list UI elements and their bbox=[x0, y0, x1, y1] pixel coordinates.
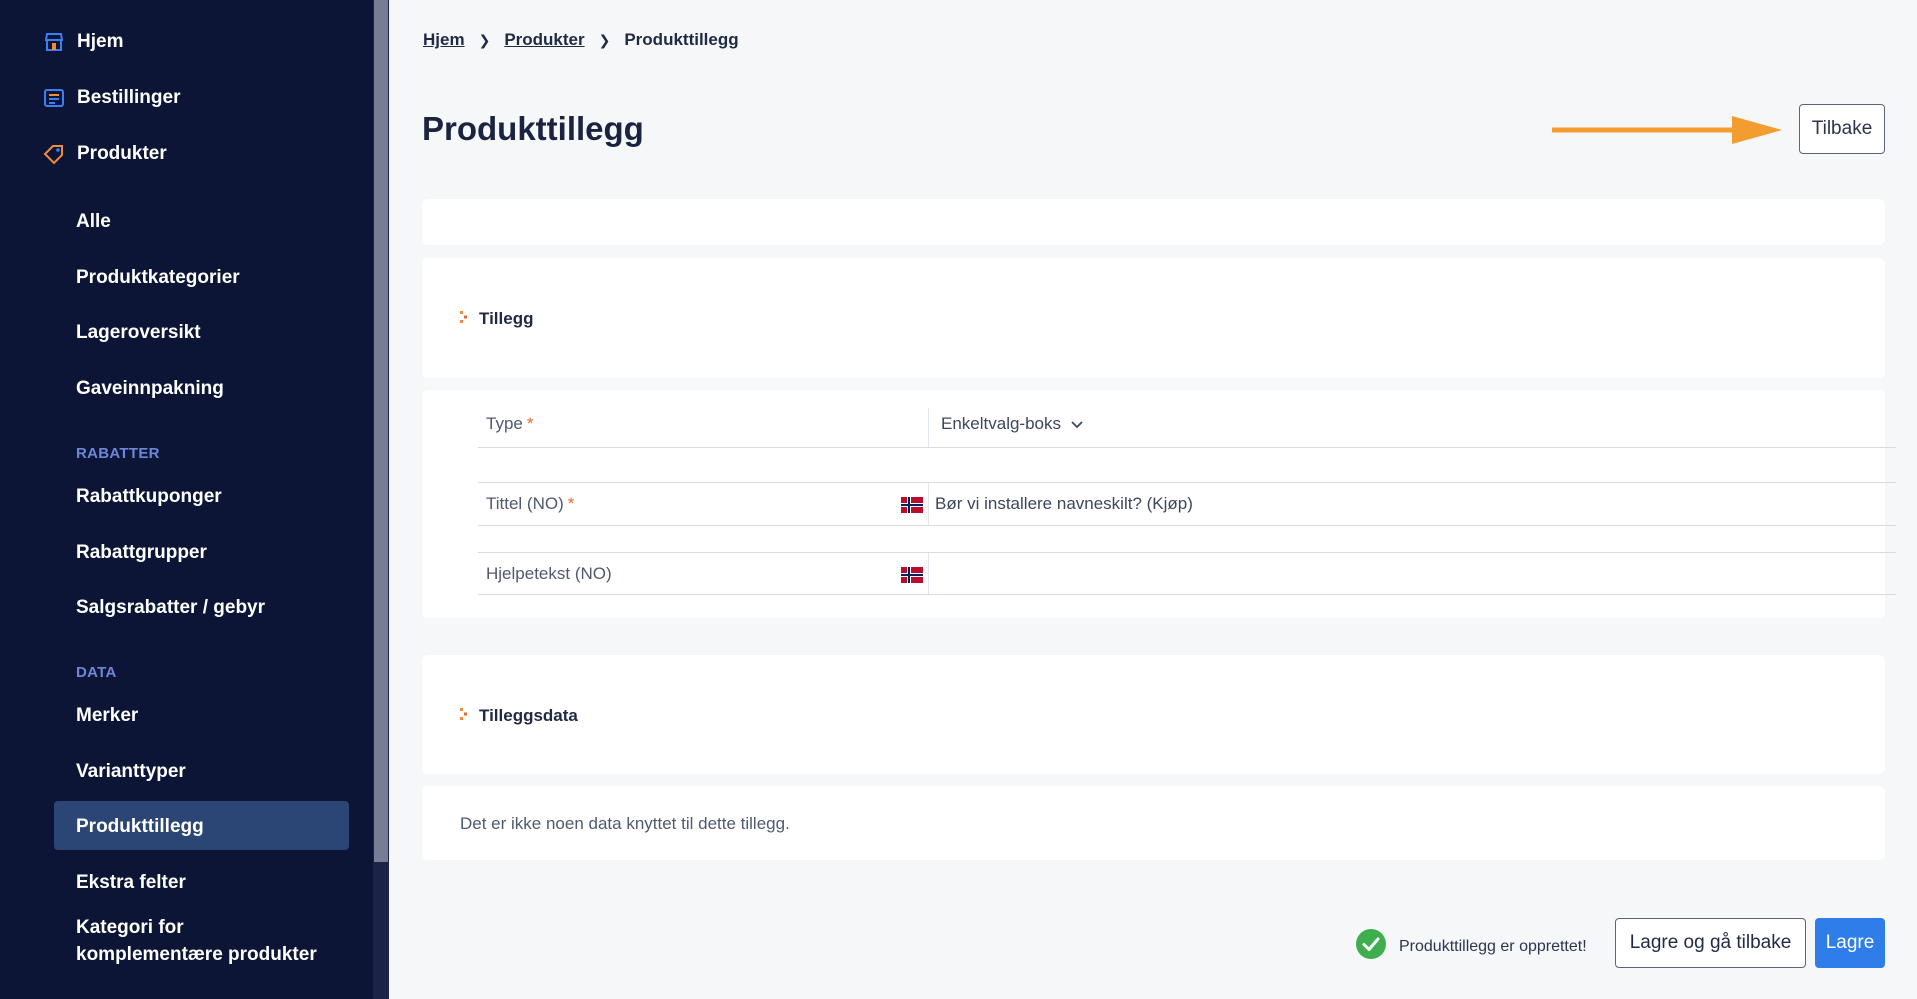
field-divider bbox=[928, 483, 929, 525]
breadcrumb: Hjem ❯ Produkter ❯ Produkttillegg bbox=[423, 30, 739, 50]
arrow-right-icon bbox=[1552, 116, 1782, 144]
main-content: Hjem ❯ Produkter ❯ Produkttillegg Produk… bbox=[389, 0, 1917, 999]
sidebar-item-produkttillegg[interactable]: Produkttillegg bbox=[76, 816, 204, 838]
sidebar-section-data: DATA bbox=[76, 664, 117, 681]
chevron-down-icon bbox=[1071, 414, 1083, 434]
caret-right-icon bbox=[460, 309, 470, 329]
save-button[interactable]: Lagre bbox=[1815, 918, 1885, 968]
page-title: Produkttillegg bbox=[422, 110, 644, 147]
sidebar: Hjem Bestillinger Produkter Alle Produkt… bbox=[0, 0, 373, 999]
section-tilleggsdata-header: Tilleggsdata bbox=[422, 655, 1885, 774]
section-tilleggsdata-title[interactable]: Tilleggsdata bbox=[460, 706, 578, 726]
required-marker: * bbox=[567, 494, 575, 513]
breadcrumb-current: Produkttillegg bbox=[624, 30, 739, 49]
chevron-right-icon: ❯ bbox=[598, 31, 611, 48]
breadcrumb-link-produkter[interactable]: Produkter bbox=[504, 30, 584, 50]
required-marker: * bbox=[526, 414, 534, 433]
form-row-title: Tittel (NO) * Bør vi installere navneskil… bbox=[478, 482, 1896, 526]
field-divider bbox=[928, 408, 929, 447]
sidebar-item-rabattkuponger[interactable]: Rabattkuponger bbox=[76, 486, 222, 508]
form-row-help: Hjelpetekst (NO) bbox=[478, 552, 1896, 595]
form-row-type: Type * Enkeltvalg-boks bbox=[478, 408, 1896, 448]
sidebar-item-kategori-komplementaere[interactable]: Kategori for komplementære produkter bbox=[76, 914, 317, 968]
sidebar-item-produkter[interactable]: Produkter bbox=[43, 143, 167, 165]
sidebar-item-label: Hjem bbox=[77, 31, 124, 52]
empty-data-text: Det er ikke noen data knyttet til dette … bbox=[460, 814, 790, 833]
section-title-label: Tillegg bbox=[479, 309, 534, 328]
sidebar-item-gaveinnpakning[interactable]: Gaveinnpakning bbox=[76, 378, 224, 400]
sidebar-item-merker[interactable]: Merker bbox=[76, 705, 138, 727]
section-tillegg-header: Tillegg bbox=[422, 258, 1885, 378]
norway-flag-icon bbox=[900, 497, 924, 513]
sidebar-item-produktkategorier[interactable]: Produktkategorier bbox=[76, 267, 240, 289]
sidebar-item-ekstra-felter[interactable]: Ekstra felter bbox=[76, 872, 186, 894]
sidebar-scrollbar-thumb[interactable] bbox=[374, 0, 388, 862]
status-text: Produkttillegg er opprettet! bbox=[1399, 937, 1587, 955]
sidebar-item-salgsrabatter[interactable]: Salgsrabatter / gebyr bbox=[76, 597, 265, 619]
back-button[interactable]: Tilbake bbox=[1799, 104, 1885, 154]
caret-right-icon bbox=[460, 706, 470, 726]
store-icon bbox=[43, 31, 65, 53]
tilleggsdata-card: Det er ikke noen data knyttet til dette … bbox=[422, 786, 1885, 860]
sidebar-item-label: Bestillinger bbox=[77, 87, 181, 108]
title-label: Tittel (NO) * bbox=[486, 494, 575, 513]
sidebar-item-label-line2: komplementære produkter bbox=[76, 944, 317, 965]
type-select[interactable]: Enkeltvalg-boks bbox=[941, 414, 1083, 434]
status-message: Produkttillegg er opprettet! bbox=[1355, 928, 1587, 965]
type-label: Type * bbox=[486, 414, 534, 433]
sidebar-item-varianttyper[interactable]: Varianttyper bbox=[76, 761, 186, 783]
tillegg-form-card: Type * Enkeltvalg-boks Tittel (NO) * Bør v… bbox=[422, 390, 1896, 618]
orders-icon bbox=[43, 87, 65, 109]
chevron-right-icon: ❯ bbox=[478, 31, 491, 48]
sidebar-item-hjem[interactable]: Hjem bbox=[43, 31, 123, 53]
sidebar-item-alle[interactable]: Alle bbox=[76, 211, 111, 233]
sidebar-item-rabattgrupper[interactable]: Rabattgrupper bbox=[76, 542, 207, 564]
title-input[interactable]: Bør vi installere navneskilt? (Kjøp) bbox=[935, 494, 1193, 514]
sidebar-item-label: Produkter bbox=[77, 143, 167, 164]
norway-flag-icon bbox=[900, 567, 924, 583]
tag-icon bbox=[43, 143, 65, 165]
sidebar-item-label-line1: Kategori for bbox=[76, 917, 184, 938]
save-and-back-button[interactable]: Lagre og gå tilbake bbox=[1615, 918, 1806, 968]
sidebar-item-lageroversikt[interactable]: Lageroversikt bbox=[76, 322, 201, 344]
help-label: Hjelpetekst (NO) bbox=[486, 564, 612, 583]
section-title-label: Tilleggsdata bbox=[479, 706, 578, 725]
field-divider bbox=[928, 553, 929, 594]
sidebar-item-bestillinger[interactable]: Bestillinger bbox=[43, 87, 180, 109]
type-select-value: Enkeltvalg-boks bbox=[941, 414, 1062, 433]
empty-card bbox=[422, 199, 1885, 245]
check-circle-icon bbox=[1355, 928, 1387, 965]
sidebar-scrollbar[interactable] bbox=[373, 0, 389, 999]
breadcrumb-link-hjem[interactable]: Hjem bbox=[423, 30, 465, 50]
section-tillegg-title[interactable]: Tillegg bbox=[460, 309, 533, 329]
sidebar-section-rabatter: RABATTER bbox=[76, 445, 160, 462]
